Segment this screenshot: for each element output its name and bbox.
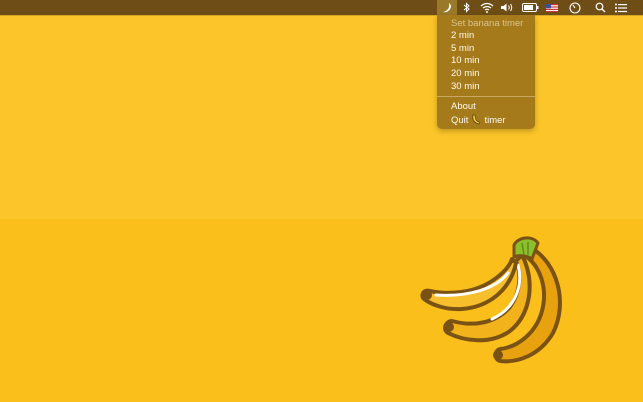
menu-separator [437, 96, 535, 97]
banana-moon-icon[interactable] [437, 0, 457, 15]
menu-item-30-min[interactable]: 30 min [451, 81, 480, 93]
background-top [0, 0, 643, 219]
banana-timer-menu: Set banana timer 2 min 5 min 10 min 20 m… [437, 15, 535, 129]
us-flag-icon[interactable] [545, 0, 559, 15]
clock-icon[interactable] [567, 0, 583, 15]
menu-item-about[interactable]: About [451, 101, 476, 113]
bluetooth-icon[interactable] [460, 0, 474, 15]
notification-list-icon[interactable] [613, 0, 629, 15]
wifi-icon[interactable] [479, 0, 495, 15]
banana-icon [471, 114, 481, 125]
menu-item-5-min[interactable]: 5 min [451, 43, 474, 55]
search-icon[interactable] [592, 0, 608, 15]
menu-bar [0, 0, 643, 15]
menu-item-10-min[interactable]: 10 min [451, 55, 480, 67]
volume-icon[interactable] [499, 0, 515, 15]
menu-item-20-min[interactable]: 20 min [451, 68, 480, 80]
menu-item-2-min[interactable]: 2 min [451, 30, 474, 42]
banana-bunch-illustration [418, 233, 573, 373]
quit-suffix: timer [484, 115, 506, 126]
quit-label: Quit [451, 115, 469, 126]
menu-item-quit[interactable]: Quit timer [451, 114, 506, 126]
battery-icon[interactable] [521, 0, 539, 15]
menu-header: Set banana timer [451, 18, 524, 29]
